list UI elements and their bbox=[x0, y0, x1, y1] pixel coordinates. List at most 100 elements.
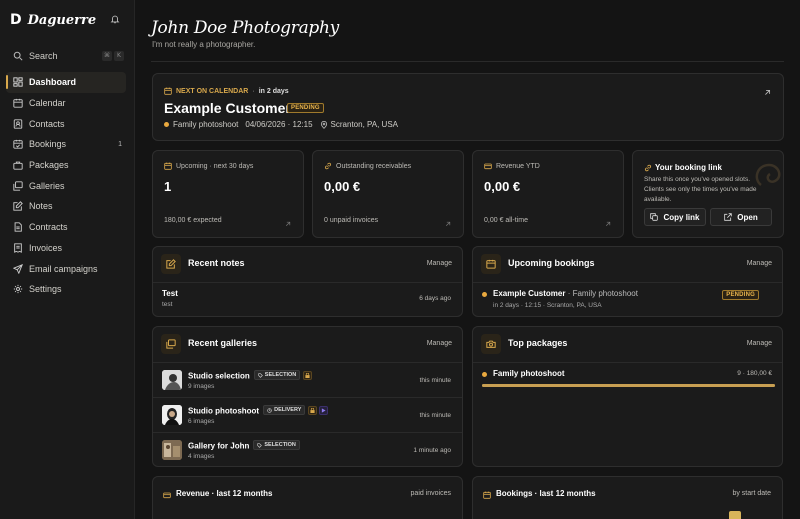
next-eyebrow: NEXT ON CALENDAR · in 2 days bbox=[164, 87, 289, 95]
list-item[interactable]: Example Customer · Family photoshoot in … bbox=[473, 283, 782, 317]
stat-value: 0,00 € bbox=[324, 179, 361, 194]
sidebar: D Daguerre Search ⌘ K Dashboard Calendar… bbox=[0, 0, 135, 519]
page-title: John Doe Photography bbox=[151, 18, 339, 38]
send-icon bbox=[13, 263, 23, 274]
arrow-up-right-icon bbox=[285, 218, 291, 227]
sidebar-item-label: Dashboard bbox=[29, 77, 77, 88]
booking-link-title: Your booking link bbox=[644, 163, 722, 172]
sidebar-item-settings[interactable]: Settings bbox=[6, 279, 126, 300]
stat-upcoming-card[interactable]: Upcoming · next 30 days 1 180,00 € expec… bbox=[152, 150, 304, 238]
list-item[interactable]: Gallery for John SELECTION 4 images 1 min… bbox=[153, 433, 462, 468]
stat-revenue-card[interactable]: Revenue YTD 0,00 € 0,00 € all-time bbox=[472, 150, 624, 238]
calendar-icon bbox=[483, 490, 491, 499]
arrow-up-right-icon bbox=[605, 218, 611, 227]
chart-note: paid invoices bbox=[410, 490, 451, 497]
sidebar-item-invoices[interactable]: Invoices bbox=[6, 238, 126, 259]
gallery-time: this minute bbox=[419, 377, 451, 384]
bookings-count-badge: 1 bbox=[118, 140, 122, 148]
stat-label: Revenue YTD bbox=[484, 162, 540, 170]
package-row[interactable]: Family photoshoot 9 · 180,00 € bbox=[473, 363, 782, 393]
sidebar-item-notes[interactable]: Notes bbox=[6, 196, 126, 217]
play-icon bbox=[319, 405, 329, 415]
gallery-type-tag: SELECTION bbox=[253, 440, 300, 450]
settings-icon bbox=[13, 284, 23, 294]
manage-link[interactable]: Manage bbox=[427, 260, 452, 267]
recent-galleries-card: Recent galleries Manage Studio selection… bbox=[152, 326, 463, 467]
status-dot bbox=[482, 372, 487, 377]
gallery-title: Studio selection SELECTION bbox=[188, 370, 313, 381]
stat-value: 1 bbox=[164, 179, 172, 194]
notes-icon bbox=[161, 254, 181, 274]
stat-label-text: Outstanding receivables bbox=[336, 162, 412, 170]
lock-icon bbox=[308, 405, 318, 415]
status-badge: PENDING bbox=[287, 103, 324, 113]
search-button[interactable]: Search ⌘ K bbox=[6, 47, 126, 65]
lock-icon bbox=[303, 370, 313, 380]
gallery-time: this minute bbox=[419, 412, 451, 419]
sidebar-item-label: Contacts bbox=[29, 118, 65, 129]
location-pin-icon bbox=[320, 120, 328, 129]
sidebar-item-contacts[interactable]: Contacts bbox=[6, 113, 126, 134]
sidebar-item-packages[interactable]: Packages bbox=[6, 155, 126, 176]
manage-link[interactable]: Manage bbox=[747, 340, 772, 347]
copy-link-label: Copy link bbox=[663, 212, 700, 222]
arrow-up-right-icon[interactable] bbox=[764, 87, 771, 95]
open-link-label: Open bbox=[737, 212, 758, 222]
section-title: Recent galleries bbox=[188, 338, 258, 348]
gallery-title-text: Gallery for John bbox=[188, 441, 250, 451]
camera-icon bbox=[481, 334, 501, 354]
next-on-calendar-card[interactable]: NEXT ON CALENDAR · in 2 days Example Cus… bbox=[152, 73, 784, 141]
sidebar-item-bookings[interactable]: Bookings 1 bbox=[6, 134, 126, 155]
bookings-icon bbox=[13, 139, 23, 150]
sidebar-item-dashboard[interactable]: Dashboard bbox=[6, 72, 126, 93]
list-item[interactable]: Studio photoshoot DELIVERY 6 images this … bbox=[153, 398, 462, 433]
booking-link-card: Your booking link Share this once you've… bbox=[632, 150, 784, 238]
sidebar-item-galleries[interactable]: Galleries bbox=[6, 175, 126, 196]
booking-link-description: Share this once you've opened slots. Cli… bbox=[644, 176, 757, 203]
open-link-button[interactable]: Open bbox=[710, 208, 772, 226]
section-title: Upcoming bookings bbox=[508, 258, 595, 268]
section-title: Bookings · last 12 months bbox=[496, 489, 596, 498]
sidebar-item-contracts[interactable]: Contracts bbox=[6, 217, 126, 238]
sidebar-item-label: Contracts bbox=[29, 222, 68, 233]
packages-icon bbox=[13, 160, 23, 170]
sidebar-item-label: Calendar bbox=[29, 98, 66, 109]
recent-notes-card: Recent notes Manage Test test 6 days ago bbox=[152, 246, 463, 317]
section-title: Recent notes bbox=[188, 258, 245, 268]
gallery-count: 4 images bbox=[188, 453, 215, 460]
bell-icon[interactable] bbox=[110, 14, 120, 25]
separator: · bbox=[252, 87, 255, 95]
gallery-title-text: Studio photoshoot bbox=[188, 406, 260, 416]
sidebar-item-label: Email campaigns bbox=[29, 263, 98, 274]
next-customer-name: Example Customer bbox=[164, 100, 291, 116]
section-header: Recent notes Manage bbox=[153, 247, 462, 283]
gallery-thumbnail bbox=[162, 370, 182, 390]
copy-link-button[interactable]: Copy link bbox=[644, 208, 706, 226]
stat-footnote: 0 unpaid invoices bbox=[324, 217, 379, 224]
kbd-k: K bbox=[114, 51, 124, 61]
link-icon bbox=[644, 164, 652, 172]
page-subtitle: I'm not really a photographer. bbox=[152, 40, 256, 49]
brand[interactable]: D Daguerre bbox=[10, 12, 96, 28]
booking-service: · Family photoshoot bbox=[565, 289, 638, 298]
next-location: Scranton, PA, USA bbox=[330, 120, 398, 129]
manage-link[interactable]: Manage bbox=[747, 260, 772, 267]
next-eyebrow-label: NEXT ON CALENDAR bbox=[176, 87, 249, 95]
list-item[interactable]: Test test 6 days ago bbox=[153, 283, 462, 317]
next-service: Family photoshoot bbox=[173, 120, 239, 129]
section-header: Recent galleries Manage bbox=[153, 327, 462, 363]
calendar-icon bbox=[164, 87, 172, 95]
section-title: Revenue · last 12 months bbox=[176, 489, 273, 498]
booking-details: in 2 days · 12:15 · Scranton, PA, USA bbox=[493, 302, 602, 309]
stat-receivables-card[interactable]: Outstanding receivables 0,00 € 0 unpaid … bbox=[312, 150, 464, 238]
list-item[interactable]: Studio selection SELECTION 9 images this … bbox=[153, 363, 462, 398]
tag-icon bbox=[258, 372, 263, 378]
sidebar-item-calendar[interactable]: Calendar bbox=[6, 93, 126, 114]
sidebar-item-label: Galleries bbox=[29, 180, 65, 191]
sidebar-item-email-campaigns[interactable]: Email campaigns bbox=[6, 258, 126, 279]
manage-link[interactable]: Manage bbox=[427, 340, 452, 347]
app-name: Daguerre bbox=[27, 12, 97, 28]
note-body: test bbox=[162, 301, 173, 308]
next-meta: Family photoshoot 04/06/2026 · 12:15 Scr… bbox=[164, 120, 398, 129]
booking-customer-name: Example Customer bbox=[493, 289, 566, 298]
